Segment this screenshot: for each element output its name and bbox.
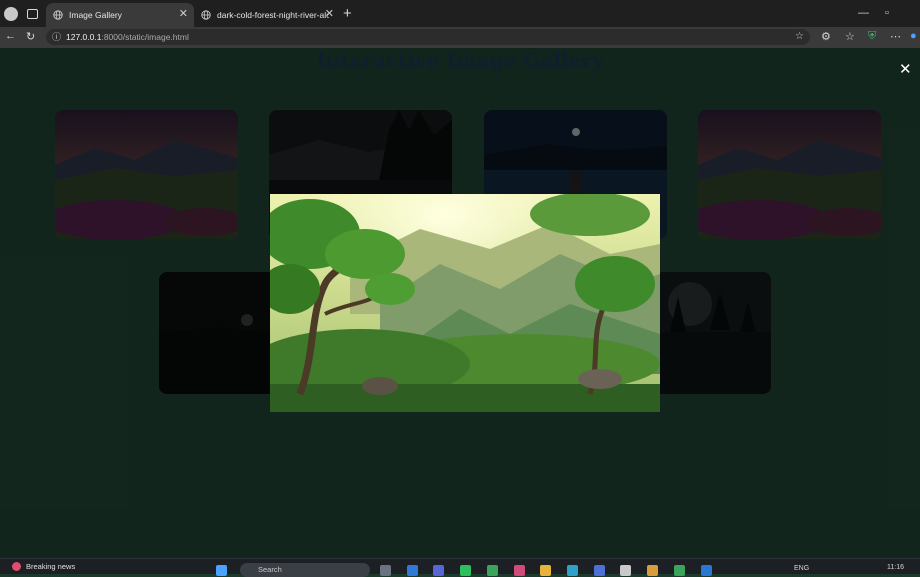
tab-forest-image[interactable]: dark-cold-forest-night-river-alon ✕ [194,3,340,27]
url-host: 127.0.0.1 [66,32,102,42]
close-icon[interactable]: ✕ [325,7,334,20]
address-bar-row: ← ↻ ⓘ 127.0.0.1:8000/static/image.html ☆… [0,27,920,49]
new-tab-icon[interactable]: + [343,5,352,22]
tabs-icon[interactable] [27,9,38,19]
app-icon[interactable] [620,565,631,576]
extensions-icon[interactable]: ⚙ [821,30,831,43]
app-icon[interactable] [594,565,605,576]
app-icon[interactable] [407,565,418,576]
more-icon[interactable]: ⋯ [890,30,901,43]
url-input[interactable]: ⓘ 127.0.0.1:8000/static/image.html ☆ [46,29,810,45]
tab-image-gallery[interactable]: Image Gallery ✕ [46,3,194,27]
app-icon[interactable] [433,565,444,576]
restore-icon[interactable]: ▫ [885,7,889,19]
clock[interactable]: 11:16 [887,564,904,571]
globe-icon [53,10,63,20]
favorite-star-icon[interactable]: ☆ [795,29,804,45]
app-icon[interactable] [674,565,685,576]
copilot-icon[interactable]: ● [910,30,917,42]
close-button[interactable]: ✕ [899,60,912,78]
windows-start-icon[interactable] [216,565,227,576]
app-icon[interactable] [647,565,658,576]
news-widget[interactable]: Breaking news [12,562,75,571]
task-view-icon[interactable] [380,565,391,576]
language-indicator[interactable]: ENG [794,565,809,572]
info-icon[interactable]: ⓘ [52,29,61,45]
reload-icon[interactable]: ↻ [26,30,35,43]
edge-icon[interactable] [567,565,578,576]
news-label: Breaking news [26,562,76,571]
browser-tab-bar: Image Gallery ✕ dark-cold-forest-night-r… [0,0,920,27]
modal-image [270,194,660,412]
vscode-icon[interactable] [701,565,712,576]
taskbar: Breaking news Search ENG 11:16 [0,558,920,577]
tab-label: Image Gallery [69,10,122,20]
folder-icon[interactable] [540,565,551,576]
news-icon [12,562,21,571]
app-icon[interactable] [460,565,471,576]
app-icon[interactable] [514,565,525,576]
favorites-icon[interactable]: ☆ [845,30,855,43]
close-icon[interactable]: ✕ [179,7,188,20]
profile-avatar-icon[interactable] [4,7,18,21]
globe-icon [201,10,211,20]
shield-icon[interactable]: ⛨ [868,30,876,43]
app-icon[interactable] [487,565,498,576]
back-icon[interactable]: ← [5,30,16,42]
url-path: :8000/static/image.html [101,32,189,42]
search-input[interactable]: Search [240,563,370,577]
tab-label: dark-cold-forest-night-river-alon [217,10,329,20]
minimize-icon[interactable]: — [858,7,869,19]
gallery-page: Interactive Image Gallery ✕ [0,48,920,558]
